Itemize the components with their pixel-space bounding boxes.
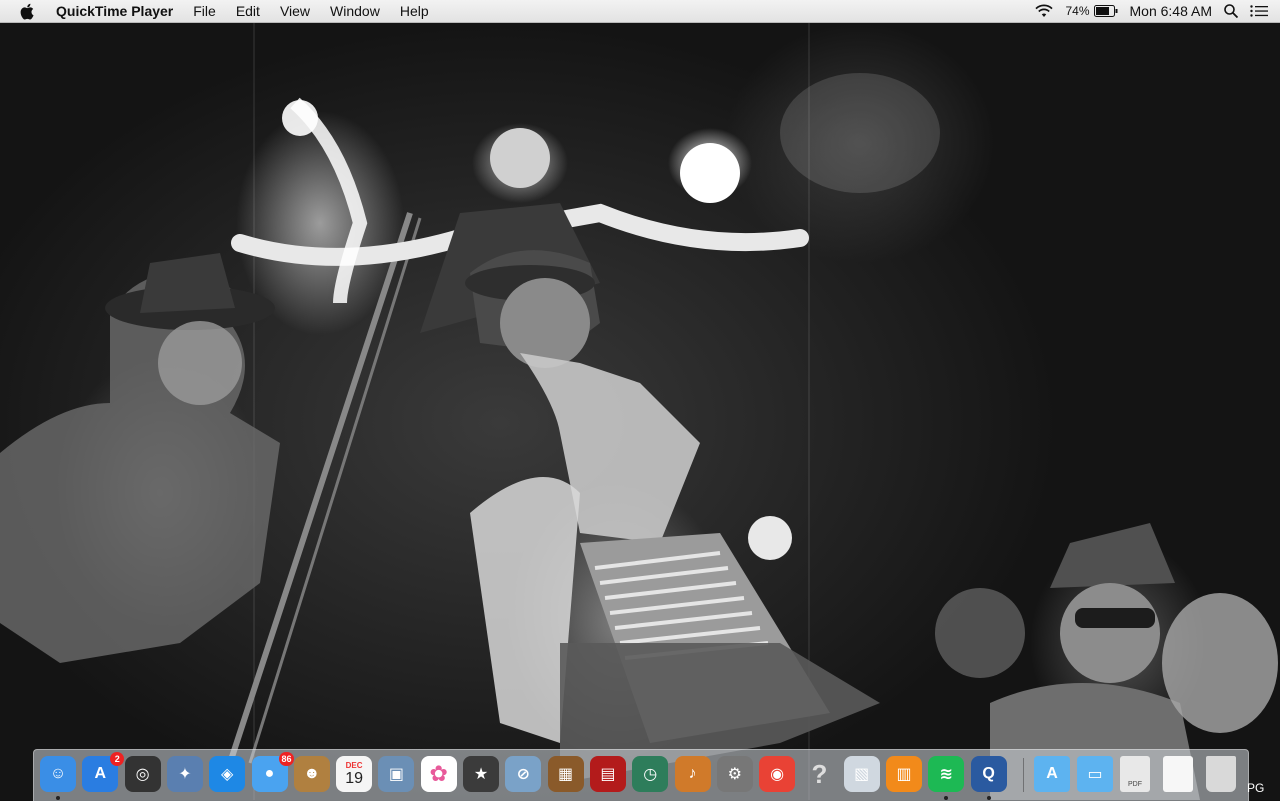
dock-preview-icon[interactable]: ▣ [378, 756, 415, 792]
notification-center-icon[interactable] [1250, 5, 1268, 17]
running-indicator [944, 796, 949, 800]
calendar-month: DEC [345, 760, 363, 770]
dock-calendar-icon[interactable]: DEC 19 [336, 756, 373, 792]
dock-photos-icon[interactable]: ✿ [420, 756, 457, 792]
battery-icon[interactable] [1093, 5, 1118, 17]
spotlight-search-icon[interactable] [1224, 4, 1238, 18]
dock-applications-folder-icon[interactable]: A [1034, 756, 1070, 792]
dock-safari-icon[interactable]: ◈ [209, 756, 246, 792]
dock-separator [1023, 758, 1024, 792]
dock-question-mark-icon[interactable]: ? [801, 756, 837, 792]
apple-icon[interactable] [16, 3, 38, 20]
dock-photo-booth-icon[interactable]: ▦ [547, 756, 584, 792]
menu-app-name[interactable]: QuickTime Player [52, 0, 183, 22]
calendar-day: 19 [345, 769, 363, 787]
dock: ☺ A 2 ◎ ✦ ◈ ● 86 ☻ DEC 19 ▣ ✿ ★ ⊘ ▦ ▤ ◷ ♪ ⚙ ◉? ▧ ▥ ≋ Q A ▭ PDF [33, 749, 1249, 801]
dock-blank-document-icon[interactable] [1163, 756, 1193, 792]
dock-ibooks-icon[interactable]: ▥ [886, 756, 922, 792]
wallpaper-photo [0, 23, 1278, 800]
desktop-wallpaper [0, 23, 1280, 800]
dock-contacts-icon[interactable]: ☻ [293, 756, 330, 792]
dock-photo-booth-film-icon[interactable]: ▤ [589, 756, 626, 792]
menu-help[interactable]: Help [390, 0, 439, 22]
menu-edit[interactable]: Edit [226, 0, 270, 22]
dock-spotify-icon[interactable]: ≋ [928, 756, 965, 792]
dock-imovie-icon[interactable]: ★ [463, 756, 499, 792]
dock-pdf-file-icon[interactable]: PDF [1120, 756, 1150, 792]
dock-messages-icon[interactable]: ● 86 [251, 752, 294, 792]
menu-file[interactable]: File [183, 0, 226, 22]
menu-bar: QuickTime Player File Edit View Window H… [0, 0, 1280, 23]
pdf-label: PDF [1128, 780, 1142, 788]
dock-dashboard-icon[interactable]: ◎ [124, 756, 161, 792]
dock-system-preferences-icon[interactable]: ⚙ [716, 756, 753, 792]
battery-percent[interactable]: 74% [1065, 4, 1089, 18]
dock-trash-icon[interactable] [1206, 756, 1236, 792]
dock-app-store-icon[interactable]: A2 [82, 752, 125, 792]
notification-badge: 86 [279, 752, 294, 766]
menu-window[interactable]: Window [320, 0, 390, 22]
dock-disk-utility-icon[interactable]: ⊘ [505, 756, 542, 792]
dock-time-machine-icon[interactable]: ◷ [632, 756, 669, 792]
clock[interactable]: Mon 6:48 AM [1130, 3, 1213, 19]
dock-finder-icon[interactable]: ☺ [40, 756, 76, 792]
dock-image-viewer-icon[interactable]: ▧ [843, 756, 880, 792]
menu-view[interactable]: View [270, 0, 320, 22]
notification-badge: 2 [110, 752, 125, 766]
dock-garageband-icon[interactable]: ♪ [674, 756, 711, 792]
wifi-icon[interactable] [1035, 4, 1054, 18]
dock-quicktime-icon[interactable]: Q [970, 756, 1007, 792]
desktop-file-label[interactable]: PG [1247, 781, 1264, 795]
running-indicator [986, 796, 991, 800]
dock-chrome-icon[interactable]: ◉ [759, 756, 796, 792]
dock-documents-folder-icon[interactable]: ▭ [1077, 756, 1113, 792]
running-indicator [56, 796, 60, 800]
dock-image-capture-icon[interactable]: ✦ [166, 756, 203, 792]
